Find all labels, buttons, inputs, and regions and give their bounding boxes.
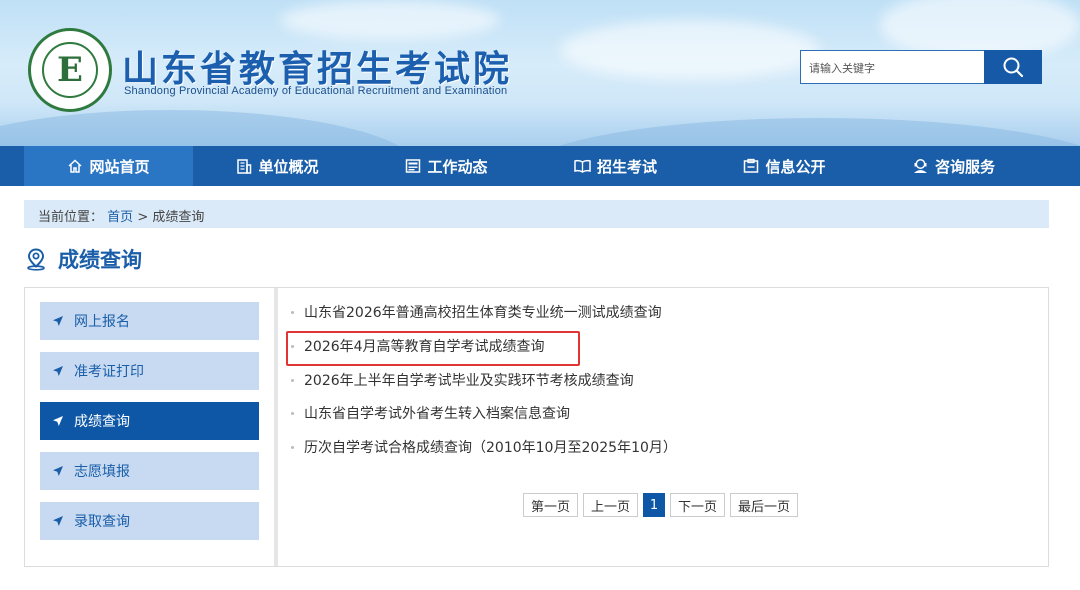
- list-item-text: 山东省自学考试外省考生转入档案信息查询: [304, 406, 570, 422]
- sidebar-item-label: 录取查询: [74, 514, 130, 530]
- search-input[interactable]: 请输入关键字: [800, 50, 984, 84]
- nav-item-home[interactable]: 网站首页: [24, 146, 193, 186]
- logo-letter: E: [42, 42, 98, 98]
- breadcrumb-home-link[interactable]: 首页: [107, 210, 133, 225]
- arrow-icon: [52, 415, 64, 427]
- sidebar-item-label: 网上报名: [74, 314, 130, 330]
- academy-logo[interactable]: E: [28, 28, 112, 112]
- nav-item-label: 工作动态: [427, 157, 488, 176]
- cloud-decoration: [560, 20, 820, 80]
- site-subtitle: Shandong Provincial Academy of Education…: [124, 85, 508, 97]
- building-icon: [236, 158, 252, 174]
- page-title: 成绩查询: [24, 244, 142, 274]
- nav-item-label: 网站首页: [89, 157, 150, 176]
- list-item[interactable]: 山东省自学考试外省考生转入档案信息查询: [291, 403, 570, 423]
- nav-item-about[interactable]: 单位概况: [193, 146, 362, 186]
- next-page-button[interactable]: 下一页: [670, 493, 726, 517]
- list-item-text: 2026年上半年自学考试毕业及实践环节考核成绩查询: [304, 373, 634, 389]
- sidebar-divider: [274, 288, 278, 566]
- breadcrumb-current: 成绩查询: [152, 210, 205, 225]
- site-header: E 山东省教育招生考试院 Shandong Provincial Academy…: [0, 0, 1080, 146]
- breadcrumb: 当前位置： 首页 > 成绩查询: [24, 200, 1049, 228]
- breadcrumb-separator: >: [137, 210, 149, 225]
- nav-item-consult[interactable]: 咨询服务: [869, 146, 1038, 186]
- search-button[interactable]: [984, 50, 1042, 84]
- nav-item-label: 单位概况: [258, 157, 319, 176]
- hill-decoration: [520, 118, 1080, 146]
- bullet-dot: [291, 378, 294, 382]
- first-page-button[interactable]: 第一页: [523, 493, 579, 517]
- cloud-decoration: [280, 0, 500, 40]
- search-icon: [1003, 57, 1024, 78]
- pagination: 第一页 上一页 1 下一页 最后一页: [523, 493, 803, 517]
- main-nav: 网站首页 单位概况 工作动态 招生考试 信息公开 咨询服务: [0, 146, 1080, 186]
- sidebar-item-application[interactable]: 志愿填报: [40, 452, 259, 490]
- nav-item-info[interactable]: 信息公开: [700, 146, 869, 186]
- sidebar-item-label: 准考证打印: [74, 364, 144, 380]
- sidebar-item-admission-ticket[interactable]: 准考证打印: [40, 352, 259, 390]
- location-pin-icon: [27, 248, 45, 271]
- page-title-text: 成绩查询: [58, 248, 142, 272]
- sidebar-item-score-query[interactable]: 成绩查询: [40, 402, 259, 440]
- bullet-dot: [291, 445, 294, 449]
- nav-item-label: 招生考试: [596, 157, 657, 176]
- last-page-button[interactable]: 最后一页: [730, 493, 799, 517]
- arrow-icon: [52, 515, 64, 527]
- bullet-dot: [291, 310, 294, 314]
- sidebar-item-label: 成绩查询: [74, 414, 130, 430]
- bullet-dot: [291, 411, 294, 415]
- list-item-text: 山东省2026年普通高校招生体育类专业统一测试成绩查询: [304, 305, 662, 321]
- sidebar-item-label: 志愿填报: [74, 464, 130, 480]
- news-icon: [405, 158, 421, 174]
- sidebar-item-admission-query[interactable]: 录取查询: [40, 502, 259, 540]
- arrow-icon: [52, 365, 64, 377]
- list-item[interactable]: 山东省2026年普通高校招生体育类专业统一测试成绩查询: [291, 302, 662, 322]
- info-icon: [743, 158, 759, 174]
- list-item[interactable]: 2026年上半年自学考试毕业及实践环节考核成绩查询: [291, 370, 634, 390]
- breadcrumb-prefix: 当前位置：: [38, 210, 104, 225]
- hill-decoration: [0, 110, 420, 146]
- list-item[interactable]: 历次自学考试合格成绩查询（2010年10月至2025年10月）: [291, 437, 677, 457]
- nav-item-exam[interactable]: 招生考试: [531, 146, 700, 186]
- prev-page-button[interactable]: 上一页: [583, 493, 639, 517]
- list-item-text: 历次自学考试合格成绩查询（2010年10月至2025年10月）: [304, 440, 677, 456]
- nav-item-label: 信息公开: [765, 157, 826, 176]
- current-page-button[interactable]: 1: [643, 493, 666, 517]
- arrow-icon: [52, 465, 64, 477]
- sidebar-item-online-registration[interactable]: 网上报名: [40, 302, 259, 340]
- consult-icon: [912, 158, 929, 174]
- nav-item-label: 咨询服务: [934, 157, 995, 176]
- home-icon: [67, 158, 83, 174]
- nav-item-news[interactable]: 工作动态: [362, 146, 531, 186]
- highlight-box: [286, 331, 580, 366]
- exam-icon: [574, 158, 591, 174]
- arrow-icon: [52, 315, 64, 327]
